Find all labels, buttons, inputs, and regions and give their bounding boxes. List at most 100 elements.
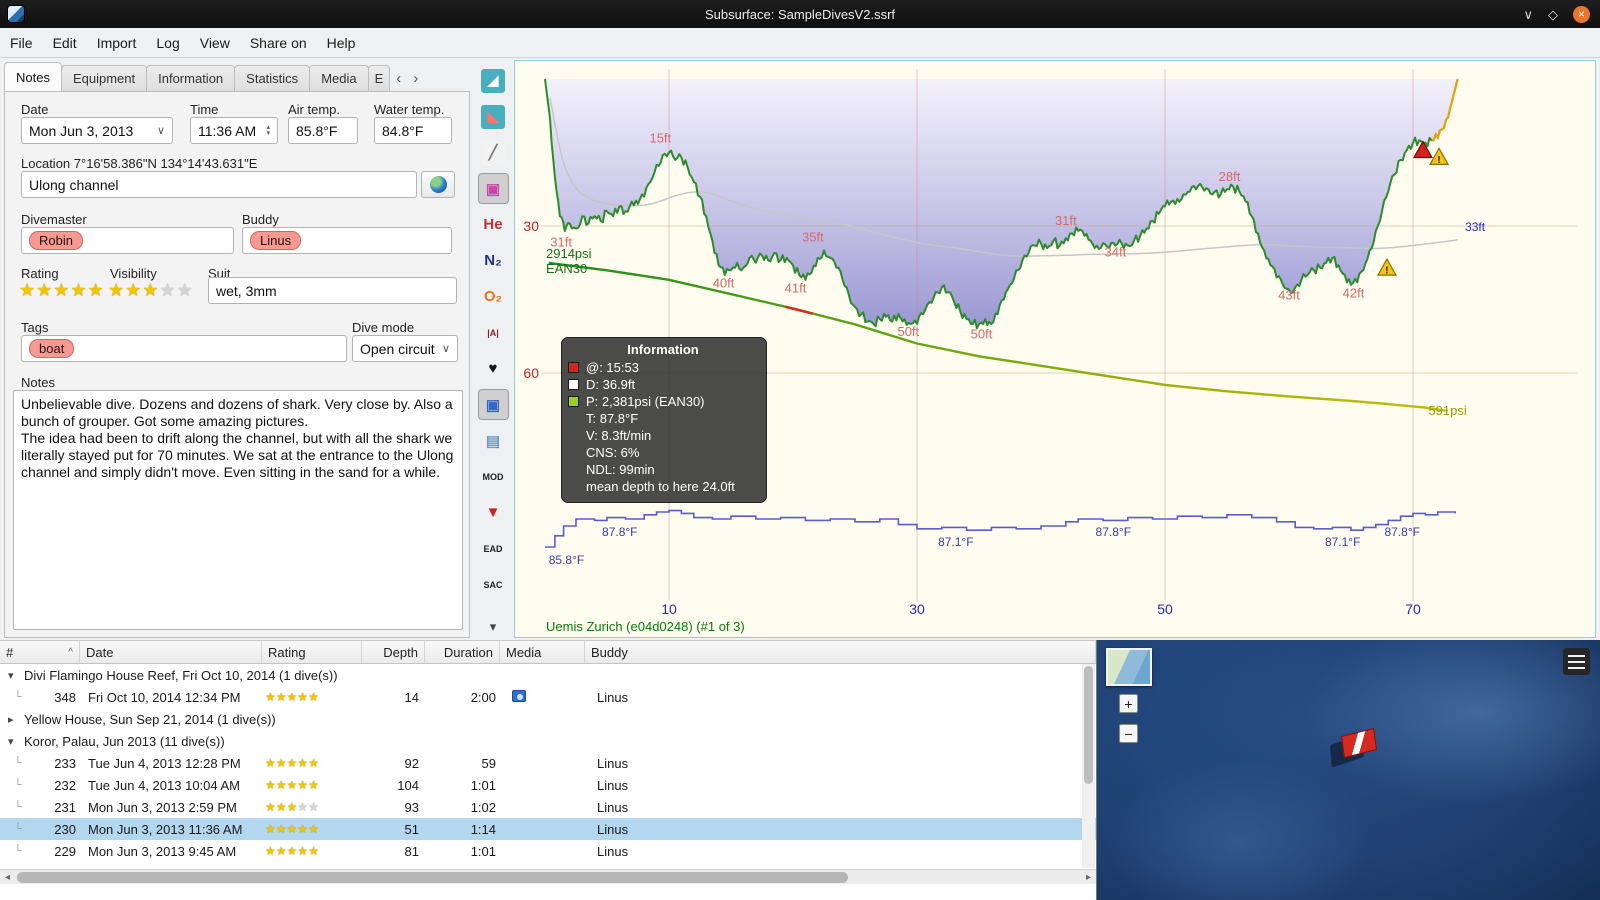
ruler-icon[interactable]: ╱ xyxy=(478,137,509,168)
nitrogen-graph-icon[interactable]: N₂ xyxy=(478,245,509,276)
show-pictures-icon[interactable]: ▣ xyxy=(477,173,509,204)
divemode-select[interactable]: Open circuit ∨ xyxy=(352,335,458,362)
tab-statistics[interactable]: Statistics xyxy=(234,65,311,91)
dive-row-233[interactable]: └ 233 Tue Jun 4, 2013 12:28 PM ★ ★ ★ ★ ★ 92 59 Lin… xyxy=(0,752,1096,774)
dive-duration: 1:14 xyxy=(470,821,496,837)
divemaster-input[interactable]: Robin xyxy=(21,227,234,254)
minimize-icon[interactable]: ∨ xyxy=(1523,8,1533,21)
tab-equipment[interactable]: Equipment xyxy=(60,65,148,91)
star-filled-icon: ★ xyxy=(275,690,287,704)
scroll-right-icon[interactable]: ▸ xyxy=(1081,872,1096,883)
heartrate-icon[interactable]: ♥ xyxy=(478,353,509,384)
divemaster-tag[interactable]: Robin xyxy=(29,231,83,250)
map-menu-icon[interactable] xyxy=(1563,648,1590,675)
menu-view[interactable]: View xyxy=(198,32,232,54)
star-filled-icon: ★ xyxy=(297,756,309,770)
column-header-buddy[interactable]: Buddy xyxy=(585,641,1096,663)
star-filled-icon: ★ xyxy=(286,756,298,770)
dive-row-232[interactable]: └ 232 Tue Jun 4, 2013 10:04 AM ★ ★ ★ ★ ★ 104 1:01… xyxy=(0,774,1096,796)
vscroll-thumb[interactable] xyxy=(1084,666,1093,785)
rating-stars[interactable]: ★ ★ ★ ★ ★ xyxy=(19,281,104,299)
svg-text:50: 50 xyxy=(1157,601,1173,617)
tab-e[interactable]: E xyxy=(367,65,391,91)
tab-notes[interactable]: Notes xyxy=(4,62,62,91)
column-header-duration[interactable]: Duration xyxy=(425,641,500,663)
close-icon[interactable]: × xyxy=(1573,5,1590,23)
dive-row-230[interactable]: └ 230 Mon Jun 3, 2013 11:36 AM ★ ★ ★ ★ ★ 51 1:14 L… xyxy=(0,818,1096,840)
collapse-icon[interactable]: ▾ xyxy=(8,669,18,682)
dive-computer-icon[interactable]: ▤ xyxy=(478,425,509,456)
watertemp-label: Water temp. xyxy=(374,102,445,117)
dive-list-vscrollbar[interactable] xyxy=(1082,664,1095,868)
tab-scroll-right-icon[interactable]: › xyxy=(408,69,423,87)
time-input[interactable]: 11:36 AM ▴ ▾ xyxy=(190,117,278,144)
column-header-media[interactable]: Media xyxy=(500,641,585,663)
buddy-input[interactable]: Linus xyxy=(242,227,452,254)
star-filled-icon: ★ xyxy=(297,690,309,704)
menu-edit[interactable]: Edit xyxy=(51,32,79,54)
scroll-left-icon[interactable]: ◂ xyxy=(0,872,15,883)
buddy-tag[interactable]: Linus xyxy=(250,231,302,250)
menu-log[interactable]: Log xyxy=(154,32,181,54)
ndl-icon[interactable]: ▼ xyxy=(478,497,509,528)
menu-help[interactable]: Help xyxy=(325,32,358,54)
tab-scroll-left-icon[interactable]: ‹ xyxy=(391,69,406,87)
oxygen-graph-icon[interactable]: O₂ xyxy=(478,281,509,312)
maximize-icon[interactable]: ◇ xyxy=(1548,8,1558,21)
visibility-stars[interactable]: ★ ★ ★ ★ ★ xyxy=(108,281,193,299)
column-header-rating[interactable]: Rating xyxy=(262,641,362,663)
collapse-icon[interactable]: ▾ xyxy=(8,735,18,748)
toolbar-scroll-down-icon[interactable]: ▾ xyxy=(478,617,509,637)
show-pictures-icon: ▣ xyxy=(485,180,501,198)
hscroll-thumb[interactable] xyxy=(17,872,849,883)
buddy-label: Buddy xyxy=(242,212,279,227)
tags-input[interactable]: boat xyxy=(21,335,347,362)
star-empty-icon: ★ xyxy=(308,800,319,814)
helium-graph-icon[interactable]: He xyxy=(478,209,509,240)
menu-share-on[interactable]: Share on xyxy=(248,32,309,54)
trip-row[interactable]: ▾ Divi Flamingo House Reef, Fri Oct 10, 2… xyxy=(0,664,1096,686)
tab-media[interactable]: Media xyxy=(309,65,369,91)
trip-row[interactable]: ▸ Yellow House, Sun Sep 21, 2014 (1 dive(… xyxy=(0,708,1096,730)
column-header-depth[interactable]: Depth xyxy=(362,641,425,663)
map-zoom-out-button[interactable]: − xyxy=(1119,724,1138,743)
menu-file[interactable]: File xyxy=(8,32,35,54)
column-header-num[interactable]: # ^ xyxy=(0,641,80,663)
dc-ceiling-icon[interactable]: ◣ xyxy=(478,101,509,132)
dive-row-348[interactable]: └ 348 Fri Oct 10, 2014 12:34 PM ★ ★ ★ ★ ★ 14 2:00… xyxy=(0,686,1096,708)
profile-scale-icon[interactable]: ◢ xyxy=(478,65,509,96)
menu-import[interactable]: Import xyxy=(95,32,139,54)
dive-duration: 59 xyxy=(481,755,496,771)
airtemp-input[interactable]: 85.8°F xyxy=(288,117,358,144)
dive-row-231[interactable]: └ 231 Mon Jun 3, 2013 2:59 PM ★ ★ ★ ★ ★ 93 1:02 Li… xyxy=(0,796,1096,818)
dive-list-hscrollbar[interactable]: ◂ ▸ xyxy=(0,869,1096,884)
watertemp-input[interactable]: 84.8°F xyxy=(374,117,452,144)
map-zoom-in-button[interactable]: + xyxy=(1119,694,1138,713)
suit-input[interactable]: wet, 3mm xyxy=(208,277,457,304)
tag-pill[interactable]: boat xyxy=(29,339,75,358)
date-select[interactable]: Mon Jun 3, 2013 ∨ xyxy=(21,117,173,144)
svg-text:42ft: 42ft xyxy=(1343,286,1365,301)
dive-site-flag-marker[interactable] xyxy=(1330,727,1378,768)
time-spinner-icon[interactable]: ▴ ▾ xyxy=(266,124,270,137)
star-filled-icon: ★ xyxy=(275,844,287,858)
svg-text:87.8°F: 87.8°F xyxy=(1384,525,1419,539)
photos-overlay-icon[interactable]: ▣ xyxy=(477,389,509,420)
minimap-inset[interactable] xyxy=(1106,648,1152,686)
dive-row-229[interactable]: └ 229 Mon Jun 3, 2013 9:45 AM ★ ★ ★ ★ ★ 81 1:01 Li… xyxy=(0,840,1096,862)
mod-icon[interactable]: MOD xyxy=(478,461,509,492)
expand-icon[interactable]: ▸ xyxy=(8,713,18,726)
star-filled-icon: ★ xyxy=(308,756,319,770)
notes-textarea[interactable]: Unbelievable dive. Dozens and dozens of … xyxy=(13,390,463,630)
column-header-date[interactable]: Date xyxy=(80,641,262,663)
map-location-button[interactable] xyxy=(421,171,455,198)
tab-information[interactable]: Information xyxy=(146,65,236,91)
media-photo-icon[interactable] xyxy=(512,689,526,702)
hscroll-track[interactable] xyxy=(15,870,1081,884)
svg-text:85.8°F: 85.8°F xyxy=(549,553,584,567)
tissues-icon[interactable]: |A| xyxy=(478,317,509,348)
location-input[interactable]: Ulong channel xyxy=(21,171,417,198)
trip-row[interactable]: ▾ Koror, Palau, Jun 2013 (11 dive(s)) xyxy=(0,730,1096,752)
sac-icon[interactable]: SAC xyxy=(478,569,509,600)
ead-icon[interactable]: EAD xyxy=(478,533,509,564)
